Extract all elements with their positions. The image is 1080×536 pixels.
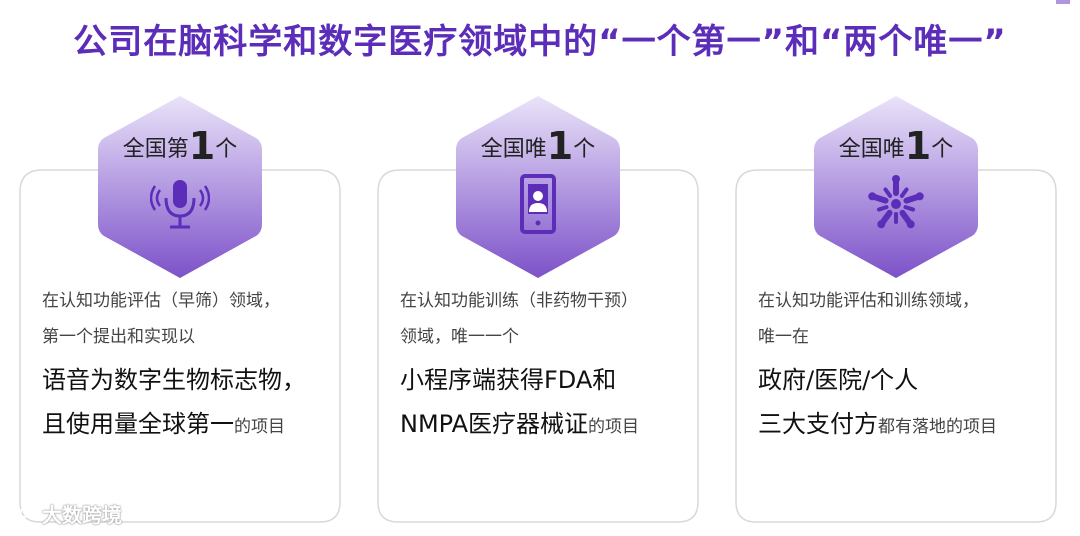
card-highlight-2: NMPA医疗器械证的项目 [400, 404, 690, 439]
highlight-main: NMPA医疗器械证 [400, 410, 589, 438]
card-third: 全国唯1个 在认知功能评估和训练领域， 唯一在 政府/医院/个人 三大支付方都有… [734, 92, 1058, 523]
card-highlight-1: 小程序端获得FDA和 [400, 366, 617, 394]
page-title: 公司在脑科学和数字医疗领域中的“一个第一”和“两个唯一” [73, 22, 1007, 62]
badge-prefix: 全国唯 [838, 137, 905, 162]
badge-number: 1 [188, 124, 216, 168]
badge-prefix: 全国唯 [480, 137, 547, 162]
badge-suffix: 个 [573, 137, 596, 162]
card-highlight-1: 政府/医院/个人 [758, 366, 919, 394]
card-highlight-2: 且使用量全球第一的项目 [42, 404, 332, 439]
card-line-1: 在认知功能训练（非药物干预） [400, 291, 638, 311]
badge-number: 1 [904, 124, 932, 168]
badge-title: 全国唯1个 [376, 124, 700, 168]
watermark: 大数跨境 [8, 499, 122, 528]
badge-title: 全国第1个 [18, 124, 342, 168]
card-line-1: 在认知功能评估（早筛）领域， [42, 291, 280, 311]
card-second: 全国唯1个 在认知功能训练（非药物干预） 领域，唯一一个 小程序端获得FDA和 … [376, 92, 700, 523]
card-highlight-2: 三大支付方都有落地的项目 [758, 404, 1048, 439]
highlight-main: 且使用量全球第一 [42, 410, 234, 438]
highlight-main: 三大支付方 [758, 410, 878, 438]
card-first: 全国第1个 在认知功能评估（早筛）领域， 第一个提出和实现以 语音为数字生物标志… [18, 92, 342, 523]
card-highlight-1: 语音为数字生物标志物， [42, 366, 306, 394]
highlight-tail: 都有落地的项目 [878, 417, 997, 437]
watermark-logo-icon [8, 508, 37, 522]
watermark-text: 大数跨境 [42, 503, 122, 527]
badge-title: 全国唯1个 [734, 124, 1058, 168]
card-line-2: 唯一在 [758, 327, 809, 347]
microphone-icon [150, 180, 210, 229]
corner-decoration [1056, 0, 1070, 4]
hands-together-icon [868, 175, 924, 229]
badge-prefix: 全国第 [122, 137, 189, 162]
card-line-1: 在认知功能评估和训练领域， [758, 291, 979, 311]
badge-number: 1 [546, 124, 574, 168]
highlight-tail: 的项目 [588, 417, 640, 437]
card-line-2: 领域，唯一一个 [400, 327, 519, 347]
badge-suffix: 个 [931, 137, 954, 162]
card-line-2: 第一个提出和实现以 [42, 327, 195, 347]
tablet-user-icon [520, 174, 556, 234]
badge-suffix: 个 [215, 137, 238, 162]
highlight-tail: 的项目 [234, 417, 285, 437]
